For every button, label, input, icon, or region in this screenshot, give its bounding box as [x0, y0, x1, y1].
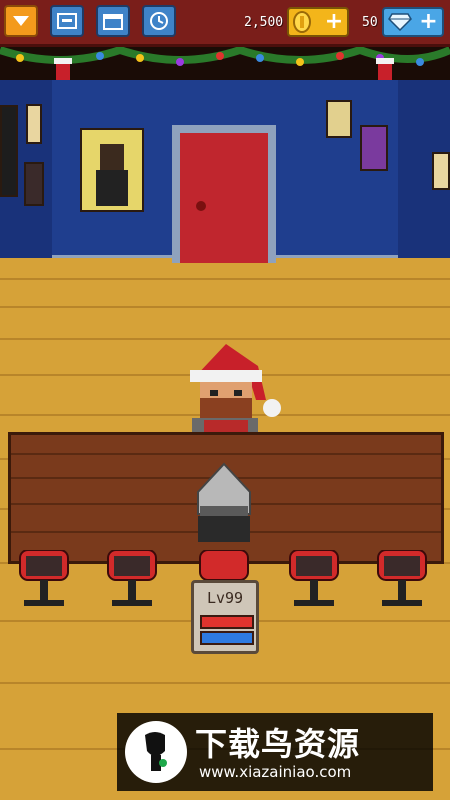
- coin-counter: 2,500 +: [244, 7, 350, 37]
- right-poster-2: [360, 125, 388, 171]
- gem-amount: 50: [362, 14, 378, 30]
- left-poster-2: [26, 104, 42, 144]
- left-poster-1: [0, 105, 18, 197]
- christmas-garland: [0, 44, 450, 84]
- calendar-button[interactable]: [96, 5, 130, 37]
- dropdown-arrow-icon: [13, 16, 29, 26]
- menu-dropdown-button[interactable]: [4, 5, 38, 37]
- health-bar: [200, 615, 254, 629]
- mana-bar: [200, 631, 254, 645]
- right-poster-1: [326, 100, 352, 138]
- gold-coin-icon: [293, 11, 312, 33]
- player-level-text: Lv99: [206, 589, 244, 607]
- chair-2: [104, 549, 160, 614]
- inventory-icon: [57, 13, 77, 29]
- game-screen: Lv99 2,500 + 50 + 下载鸟资源 www.xiazainiao.c…: [0, 0, 450, 800]
- add-gems-button[interactable]: +: [381, 7, 444, 37]
- watermark-banner: 下载鸟资源 www.xiazainiao.com: [117, 713, 433, 791]
- player-character[interactable]: [194, 462, 254, 542]
- inventory-button[interactable]: [50, 5, 84, 37]
- gem-counter: 50 +: [362, 7, 444, 37]
- clock-button[interactable]: [142, 5, 176, 37]
- door-knob: [196, 201, 206, 211]
- chair-4: [286, 549, 342, 614]
- door: [172, 125, 276, 263]
- player-level-badge[interactable]: Lv99: [191, 580, 259, 654]
- diamond-icon: [387, 13, 412, 31]
- calendar-icon: [103, 14, 123, 30]
- clock-icon: [150, 12, 168, 30]
- right-poster-3: [432, 152, 450, 190]
- watermark-logo: [125, 721, 187, 783]
- bird-logo-icon: [145, 732, 167, 771]
- knight-helmet-icon: [197, 462, 251, 542]
- chair-1: [16, 549, 72, 614]
- plus-icon: +: [419, 9, 438, 34]
- left-poster-3: [24, 162, 44, 206]
- add-coins-button[interactable]: +: [287, 7, 350, 37]
- watermark-url: www.xiazainiao.com: [199, 763, 352, 781]
- top-bar: 2,500 + 50 +: [0, 0, 450, 47]
- watermark-title: 下载鸟资源: [195, 725, 361, 763]
- coin-amount: 2,500: [244, 14, 284, 30]
- chair-5: [374, 549, 430, 614]
- movie-poster: [80, 128, 144, 212]
- plus-icon: +: [324, 9, 344, 34]
